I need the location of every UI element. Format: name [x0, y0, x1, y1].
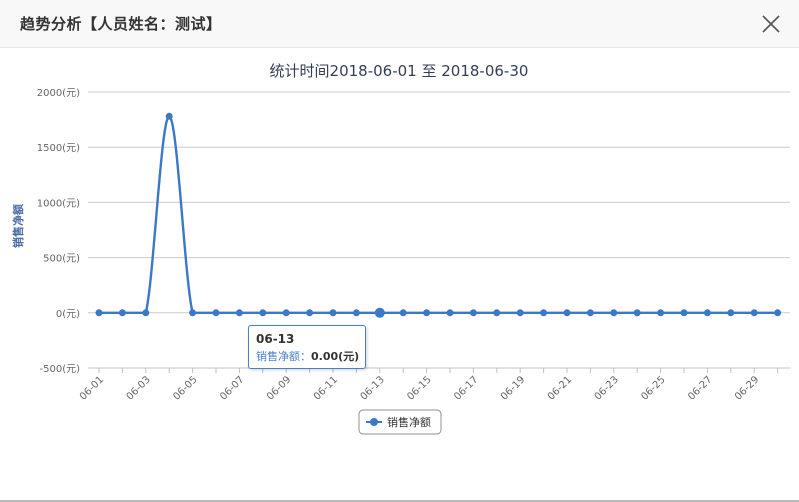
x-tick-label: 06-07: [218, 374, 246, 402]
y-tick-label: 500(元): [43, 254, 80, 265]
data-point[interactable]: [118, 309, 126, 317]
chart-area: 统计时间2018-06-01 至 2018-06-30 销售净额 -500(元)…: [0, 48, 799, 500]
x-tick-label: 06-03: [125, 374, 153, 402]
data-point[interactable]: [142, 309, 150, 317]
x-tick-label: 06-21: [546, 374, 574, 402]
y-tick-label: 1000(元): [37, 198, 80, 209]
x-tick-label: 06-17: [452, 374, 480, 402]
data-point[interactable]: [352, 309, 360, 317]
data-point[interactable]: [633, 309, 641, 317]
data-point[interactable]: [446, 309, 454, 317]
x-tick-label: 06-01: [78, 374, 106, 402]
y-tick-label: -500(元): [40, 364, 81, 375]
legend-marker: [370, 418, 378, 426]
data-point[interactable]: [586, 309, 594, 317]
data-point[interactable]: [212, 309, 220, 317]
tooltip-row: 销售净额：0.00(元): [256, 349, 360, 365]
data-point[interactable]: [680, 309, 688, 317]
data-point[interactable]: [563, 309, 571, 317]
trend-dialog: 趋势分析【人员姓名：测试】 统计时间2018-06-01 至 2018-06-3…: [0, 0, 799, 502]
x-tick-label: 06-15: [405, 374, 433, 402]
data-point[interactable]: [727, 309, 735, 317]
dialog-title: 趋势分析【人员姓名：测试】: [20, 15, 222, 33]
data-point[interactable]: [165, 112, 173, 120]
tooltip-series-label: 销售净额：: [256, 350, 311, 363]
data-point[interactable]: [493, 309, 501, 317]
data-point[interactable]: [610, 309, 618, 317]
x-tick-label: 06-09: [265, 374, 293, 402]
data-point[interactable]: [329, 309, 337, 317]
trend-chart: 统计时间2018-06-01 至 2018-06-30 销售净额 -500(元)…: [11, 62, 790, 435]
x-tick-label: 06-23: [593, 374, 621, 402]
data-point[interactable]: [399, 309, 407, 317]
tooltip: 06-13 销售净额：0.00(元): [248, 325, 366, 369]
data-point[interactable]: [282, 309, 290, 317]
data-point[interactable]: [540, 309, 548, 317]
data-point[interactable]: [703, 309, 711, 317]
y-tick-label: 1500(元): [37, 143, 80, 154]
x-tick-label: 06-25: [639, 374, 667, 402]
tooltip-value: 0.00(元): [311, 350, 360, 363]
data-point[interactable]: [750, 309, 758, 317]
dialog-header: 趋势分析【人员姓名：测试】: [0, 0, 799, 48]
data-point[interactable]: [235, 309, 243, 317]
data-point[interactable]: [469, 309, 477, 317]
tooltip-date: 06-13: [256, 332, 295, 346]
data-point[interactable]: [374, 307, 385, 318]
data-point[interactable]: [774, 309, 782, 317]
data-point[interactable]: [259, 309, 267, 317]
x-tick-label: 06-11: [312, 374, 340, 402]
data-point[interactable]: [423, 309, 431, 317]
y-tick-label: 0(元): [56, 309, 80, 320]
x-tick-label: 06-13: [359, 374, 387, 402]
chart-title: 统计时间2018-06-01 至 2018-06-30: [270, 62, 529, 80]
data-point[interactable]: [95, 309, 103, 317]
legend-label: 销售净额: [387, 415, 431, 429]
y-tick-label: 2000(元): [37, 88, 80, 99]
data-point[interactable]: [657, 309, 665, 317]
close-icon[interactable]: [760, 13, 782, 35]
x-tick-label: 06-19: [499, 374, 527, 402]
y-axis-title: 销售净额: [11, 204, 25, 248]
data-point[interactable]: [516, 309, 524, 317]
data-point[interactable]: [189, 309, 197, 317]
x-tick-label: 06-29: [733, 374, 761, 402]
x-tick-label: 06-05: [171, 374, 199, 402]
x-tick-label: 06-27: [686, 374, 714, 402]
series-line: [99, 115, 778, 314]
data-point[interactable]: [306, 309, 314, 317]
